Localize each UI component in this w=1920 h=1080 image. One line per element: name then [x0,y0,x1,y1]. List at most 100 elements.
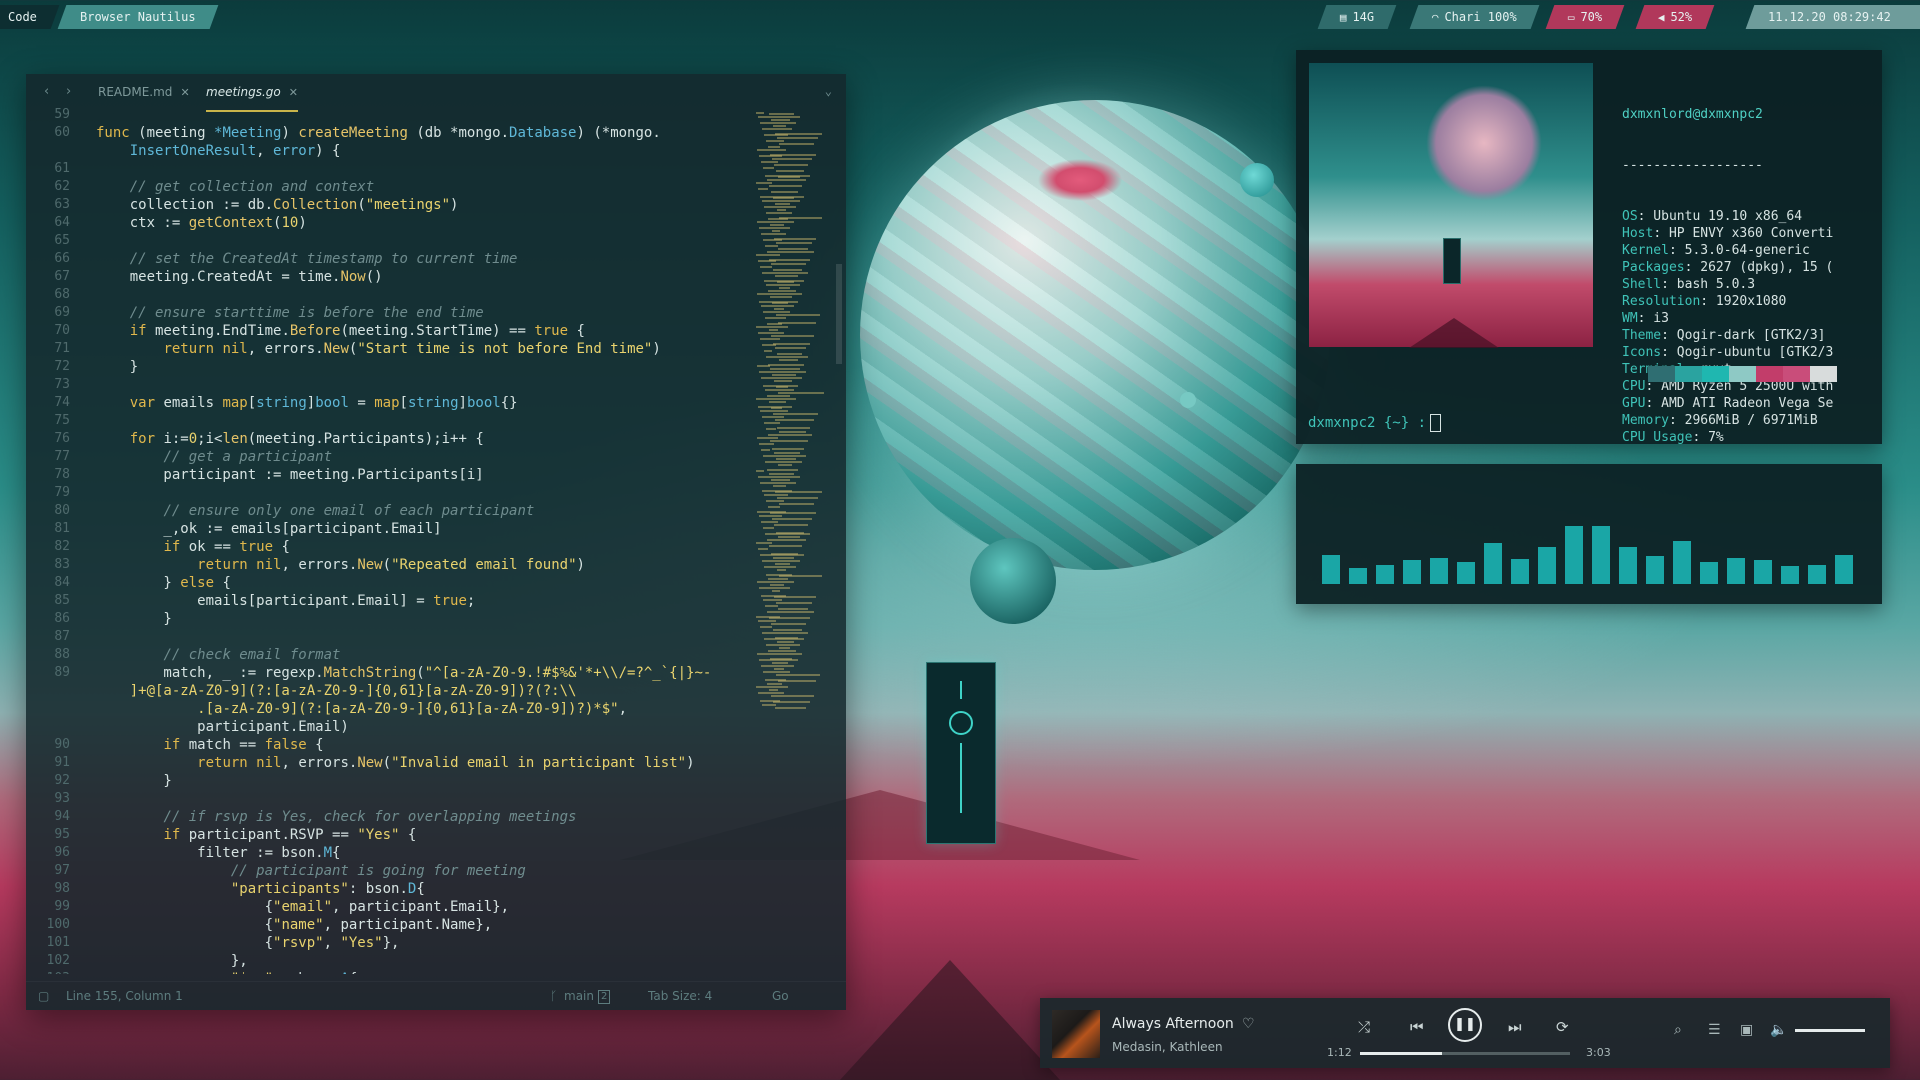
code-line[interactable]: 71 return nil, errors.New("Start time is… [26,340,766,358]
tab-readme[interactable]: README.md ✕ [98,74,190,110]
seek-bar[interactable] [1360,1052,1570,1055]
code-line[interactable]: 81 _,ok := emails[participant.Email] [26,520,766,538]
code-line[interactable]: 66 // set the CreatedAt timestamp to cur… [26,250,766,268]
battery-status[interactable]: ▭ 70% [1545,5,1625,29]
repeat-icon[interactable]: ⟳ [1556,1018,1569,1036]
previous-icon[interactable]: ⏮ [1410,1018,1424,1036]
queue-icon[interactable]: ☰ [1708,1022,1721,1038]
code-editor-window[interactable]: ‹ › README.md ✕ meetings.go ✕ ⌄ 59 60 func (… [26,74,846,1010]
album-art[interactable] [1052,1010,1100,1058]
workspace-code[interactable]: Code [0,5,60,29]
code-line[interactable]: 101 {"rsvp", "Yes"}, [26,934,766,952]
code-line[interactable]: 91 return nil, errors.New("Invalid email… [26,754,766,772]
wifi-status[interactable]: ◠ Chari 100% [1409,5,1540,29]
code-line[interactable]: 62 // get collection and context [26,178,766,196]
code-line[interactable]: 103 "$or" : bson.A{ [26,970,766,974]
git-branch[interactable]: main [564,982,594,1010]
code-line[interactable]: 67 meeting.CreatedAt = time.Now() [26,268,766,286]
code-line[interactable]: 72 } [26,358,766,376]
code-area[interactable]: 59 60 func (meeting *Meeting) createMeetin… [26,106,766,974]
code-line[interactable]: 94 // if rsvp is Yes, check for overlapp… [26,808,766,826]
minimap[interactable] [756,110,836,750]
visualizer-bar [1538,547,1556,584]
code-line[interactable]: 63 collection := db.Collection("meetings… [26,196,766,214]
minimap-line [779,143,814,145]
tab-size[interactable]: Tab Size: 4 [648,982,712,1010]
code-line[interactable]: 61 [26,160,766,178]
music-player[interactable]: Always Afternoon Medasin, Kathleen ♡ ⤮ ⏮… [1040,998,1890,1068]
workspace-browser[interactable]: Browser Nautilus [57,5,218,29]
code-line[interactable]: 80 // ensure only one email of each part… [26,502,766,520]
branch-icon: ᚴ [550,989,558,1003]
color-swatch [1729,366,1756,382]
code-line[interactable]: 73 [26,376,766,394]
scrollbar[interactable] [836,264,842,364]
code-line[interactable]: 82 if ok == true { [26,538,766,556]
code-line[interactable]: 96 filter := bson.M{ [26,844,766,862]
line-content: InsertOneResult, error) { [129,143,341,159]
code-line[interactable]: 88 // check email format [26,646,766,664]
code-line[interactable]: 98 "participants": bson.D{ [26,880,766,898]
code-line[interactable]: 68 [26,286,766,304]
code-line[interactable]: 90 if match == false { [26,736,766,754]
clock[interactable]: 11.12.20 08:29:42 [1745,5,1920,29]
code-line[interactable]: .[a-zA-Z0-9](?:[a-zA-Z0-9-]{0,61}[a-zA-Z… [26,700,766,718]
code-line[interactable]: 84 } else { [26,574,766,592]
code-line[interactable]: 95 if participant.RSVP == "Yes" { [26,826,766,844]
code-line[interactable]: 83 return nil, errors.New("Repeated emai… [26,556,766,574]
code-line[interactable]: 77 // get a participant [26,448,766,466]
shell-prompt[interactable]: dxmxnpc2 {~} : [1308,414,1442,432]
code-line[interactable]: 64 ctx := getContext(10) [26,214,766,232]
minimap-line [776,170,804,172]
code-line[interactable]: 97 // participant is going for meeting [26,862,766,880]
speaker-icon[interactable]: 🔈 [1770,1022,1787,1038]
code-line[interactable]: participant.Email) [26,718,766,736]
pause-button[interactable]: ❚❚ [1448,1008,1482,1042]
minimap-line [777,641,794,643]
code-line[interactable]: 79 [26,484,766,502]
color-swatch [1648,366,1675,382]
minimap-line [778,392,824,394]
cursor-position[interactable]: Line 155, Column 1 [66,982,183,1010]
code-line[interactable]: 70 if meeting.EndTime.Before(meeting.Sta… [26,322,766,340]
shuffle-icon[interactable]: ⤮ [1358,1018,1370,1036]
code-line[interactable]: 100 {"name", participant.Name}, [26,916,766,934]
volume-status[interactable]: ◀ 52% [1635,5,1715,29]
code-line[interactable]: 75 [26,412,766,430]
code-line[interactable]: 92 } [26,772,766,790]
code-line[interactable]: 60 func (meeting *Meeting) createMeeting … [26,124,766,142]
song-artist[interactable]: Medasin, Kathleen [1112,1040,1223,1054]
terminal-window[interactable]: dxmxnlord@dxmxnpc2 ------------------ OS… [1296,50,1882,445]
volume-slider[interactable] [1795,1029,1865,1032]
code-line[interactable]: 59 [26,106,766,124]
heart-icon[interactable]: ♡ [1242,1016,1255,1032]
code-line[interactable]: 85 emails[participant.Email] = true; [26,592,766,610]
microphone-icon[interactable]: ⌕ [1674,1022,1682,1038]
code-line[interactable]: 87 [26,628,766,646]
code-line[interactable]: InsertOneResult, error) { [26,142,766,160]
code-line[interactable]: 99 {"email", participant.Email}, [26,898,766,916]
chevron-down-icon[interactable]: ⌄ [825,84,832,98]
code-line[interactable]: 89 match, _ := regexp.MatchString("^[a-z… [26,664,766,682]
network-usage[interactable]: ▤ 14G [1317,5,1397,29]
code-line[interactable]: 78 participant := meeting.Participants[i… [26,466,766,484]
code-line[interactable]: 93 [26,790,766,808]
back-arrow-icon[interactable]: ‹ [44,84,49,99]
minimap-line [776,602,812,604]
code-line[interactable]: 65 [26,232,766,250]
close-icon[interactable]: ✕ [180,86,189,99]
code-line[interactable]: 69 // ensure starttime is before the end… [26,304,766,322]
code-line[interactable]: 102 }, [26,952,766,970]
song-title[interactable]: Always Afternoon [1112,1016,1234,1032]
code-line[interactable]: 74 var emails map[string]bool = map[stri… [26,394,766,412]
close-icon[interactable]: ✕ [289,86,298,99]
minimap-line [779,575,822,577]
devices-icon[interactable]: ▣ [1740,1022,1753,1038]
minimap-line [770,368,800,370]
code-line[interactable]: ]+@[a-zA-Z0-9](?:[a-zA-Z0-9-]{0,61}[a-zA… [26,682,766,700]
forward-arrow-icon[interactable]: › [66,84,71,99]
code-line[interactable]: 86 } [26,610,766,628]
next-icon[interactable]: ⏭ [1508,1018,1522,1036]
code-line[interactable]: 76 for i:=0;i<len(meeting.Participants);… [26,430,766,448]
language-mode[interactable]: Go [772,982,789,1010]
